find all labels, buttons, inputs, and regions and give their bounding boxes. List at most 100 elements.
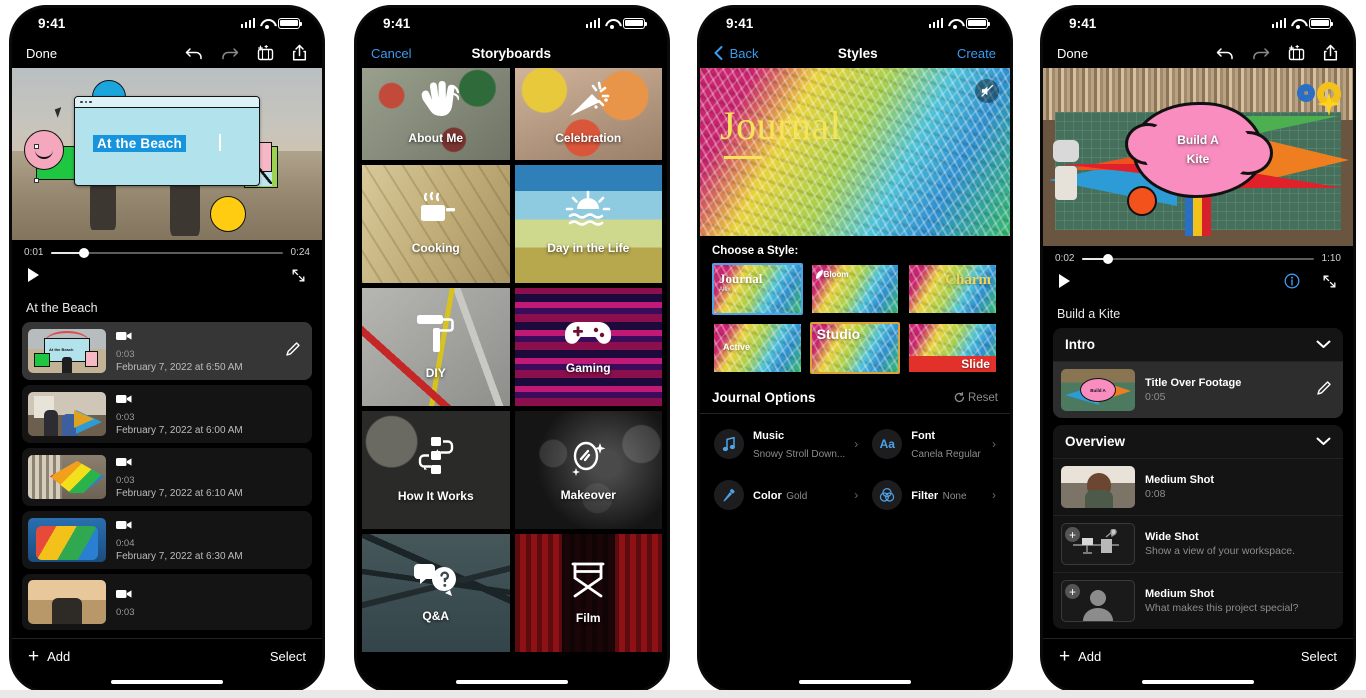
- storyboard-tile-about-me[interactable]: About Me: [362, 68, 510, 160]
- option-row-font[interactable]: Aa Font Canela Regular ›: [868, 418, 1000, 470]
- plus-icon[interactable]: +: [1065, 584, 1080, 599]
- edit-pencil-icon[interactable]: [1315, 379, 1333, 402]
- add-button[interactable]: + Add: [28, 647, 70, 666]
- plus-icon[interactable]: +: [1065, 527, 1080, 542]
- style-options-grid[interactable]: Music Snowy Stroll Down... › Aa Font Can…: [700, 413, 1010, 518]
- add-button[interactable]: + Add: [1059, 647, 1101, 666]
- select-button[interactable]: Select: [1301, 649, 1337, 664]
- row-meta: Medium Shot 0:08: [1145, 473, 1333, 501]
- clip-row[interactable]: 0:03 February 7, 2022 at 6:10 AM: [22, 448, 312, 506]
- clip-meta: 0:03 February 7, 2022 at 6:00 AM: [116, 391, 302, 437]
- edit-pencil-icon[interactable]: [284, 340, 302, 363]
- title-speech-bubble[interactable]: Build A Kite: [1125, 102, 1273, 198]
- scrub-track[interactable]: [1082, 253, 1314, 264]
- style-preview[interactable]: Journal: [700, 68, 1010, 236]
- outline-row[interactable]: Medium Shot 0:08: [1053, 458, 1343, 515]
- row-thumbnail-placeholder[interactable]: +: [1061, 523, 1135, 565]
- storyboard-tile-celebration[interactable]: Celebration: [514, 68, 662, 160]
- clip-row[interactable]: 0:03 February 7, 2022 at 6:00 AM: [22, 385, 312, 443]
- storyboard-tile-diy[interactable]: DIY: [362, 288, 510, 406]
- magic-movie-icon[interactable]: [1286, 44, 1306, 62]
- outline-row[interactable]: Build A Title Over Footage 0:05: [1053, 361, 1343, 418]
- style-cell-bloom[interactable]: Bloom: [810, 263, 901, 315]
- scrub-knob[interactable]: [1103, 253, 1114, 264]
- storyboard-grid[interactable]: About Me Celebration Cooking Day in the …: [357, 68, 667, 674]
- style-cell-slide[interactable]: Slide: [907, 322, 998, 374]
- video-preview[interactable]: At the Beach: [12, 68, 322, 240]
- share-icon[interactable]: [291, 44, 308, 62]
- undo-icon[interactable]: [185, 45, 204, 62]
- row-thumbnail-placeholder[interactable]: +: [1061, 580, 1135, 622]
- play-icon[interactable]: [1059, 274, 1070, 288]
- scrub-track[interactable]: [51, 247, 283, 258]
- playback-scrubber[interactable]: 0:01 0:24: [12, 240, 322, 258]
- sunrise-icon: [564, 190, 612, 235]
- storyboard-tile-how-it-works[interactable]: How It Works: [362, 411, 510, 529]
- storyboard-outline[interactable]: Intro Build A Title Over Footage 0:05 Ov…: [1043, 328, 1353, 638]
- done-button[interactable]: Done: [1057, 46, 1088, 61]
- storyboard-tile-cooking[interactable]: Cooking: [362, 165, 510, 283]
- scrub-knob[interactable]: [79, 247, 90, 258]
- outline-row[interactable]: + Medium Shot What makes this project sp…: [1053, 572, 1343, 629]
- style-cell-active[interactable]: Active: [712, 322, 803, 374]
- back-button[interactable]: Back: [714, 45, 759, 61]
- storyboard-tile-film[interactable]: Film: [514, 534, 662, 652]
- row-title: Medium Shot: [1145, 588, 1215, 600]
- selection-handle[interactable]: [34, 178, 39, 183]
- done-button[interactable]: Done: [26, 46, 57, 61]
- row-title: Title Over Footage: [1145, 377, 1242, 389]
- style-cell-studio[interactable]: Studio: [809, 322, 901, 374]
- storyboard-tile-qa[interactable]: Q&A: [362, 534, 510, 652]
- phone-editor: 9:41 Done At the Beach 0:01 0:24 At the …: [12, 8, 322, 690]
- playbar-left: [1059, 274, 1070, 288]
- fullscreen-icon[interactable]: [291, 268, 306, 283]
- chevron-down-icon[interactable]: [1316, 337, 1331, 352]
- battery-icon: [278, 17, 303, 29]
- share-icon[interactable]: [1322, 44, 1339, 62]
- option-row-music[interactable]: Music Snowy Stroll Down... ›: [710, 418, 862, 470]
- reset-button[interactable]: Reset: [954, 392, 998, 404]
- outline-row[interactable]: + Wide Shot Show a view of your workspac…: [1053, 515, 1343, 572]
- tile-label: Gaming: [565, 361, 611, 375]
- section-header[interactable]: Intro: [1053, 328, 1343, 361]
- section-header[interactable]: Overview: [1053, 425, 1343, 458]
- clip-row[interactable]: 0:03: [22, 574, 312, 630]
- storyboard-tile-day-in-the-life[interactable]: Day in the Life: [514, 165, 662, 283]
- storyboard-tile-makeover[interactable]: Makeover: [514, 411, 662, 529]
- style-grid[interactable]: Journal Alex Bloom Charm Active Studio S…: [700, 263, 1010, 374]
- style-name: Journal: [719, 271, 763, 286]
- storyboard-tile-gaming[interactable]: Gaming: [514, 288, 662, 406]
- fullscreen-icon[interactable]: [1322, 274, 1337, 289]
- style-cell-charm[interactable]: Charm: [907, 263, 998, 315]
- row-subtitle: 0:08: [1145, 488, 1166, 500]
- title-text-value[interactable]: At the Beach: [93, 135, 186, 152]
- select-button[interactable]: Select: [270, 649, 306, 664]
- clip-row[interactable]: At the Beach 0:03 February 7, 2022 at 6:…: [22, 322, 312, 380]
- option-row-color[interactable]: Color Gold ›: [710, 472, 862, 518]
- pink-smiley-sticker: [24, 130, 64, 170]
- reset-label: Reset: [967, 391, 998, 404]
- play-icon[interactable]: [28, 268, 39, 282]
- clip-list[interactable]: At the Beach 0:03 February 7, 2022 at 6:…: [12, 322, 322, 638]
- phone-storyboards: 9:41 Cancel Storyboards About Me Celebra…: [357, 8, 667, 690]
- chevron-down-icon[interactable]: [1316, 434, 1331, 449]
- cancel-button[interactable]: Cancel: [371, 46, 411, 61]
- video-preview[interactable]: Build A Kite: [1043, 68, 1353, 246]
- title-text-window[interactable]: At the Beach: [74, 96, 260, 186]
- clip-row[interactable]: 0:04 February 7, 2022 at 6:30 AM: [22, 511, 312, 569]
- option-row-filter[interactable]: Filter None ›: [868, 472, 1000, 518]
- mute-icon[interactable]: [975, 79, 999, 103]
- playback-scrubber[interactable]: 0:02 1:10: [1043, 246, 1353, 264]
- undo-icon[interactable]: [1216, 45, 1235, 62]
- outline-section-overview: Overview Medium Shot 0:08 + Wide Shot Sh…: [1053, 425, 1343, 629]
- clip-thumbnail: [28, 518, 106, 562]
- info-icon[interactable]: [1284, 273, 1300, 289]
- create-button[interactable]: Create: [957, 46, 996, 61]
- add-label: Add: [47, 649, 71, 664]
- style-cell-journal[interactable]: Journal Alex: [712, 263, 803, 315]
- magic-movie-icon[interactable]: [255, 44, 275, 62]
- redo-icon[interactable]: [220, 45, 239, 62]
- redo-icon[interactable]: [1251, 45, 1270, 62]
- status-time: 9:41: [1069, 15, 1097, 31]
- selection-handle[interactable]: [34, 144, 39, 149]
